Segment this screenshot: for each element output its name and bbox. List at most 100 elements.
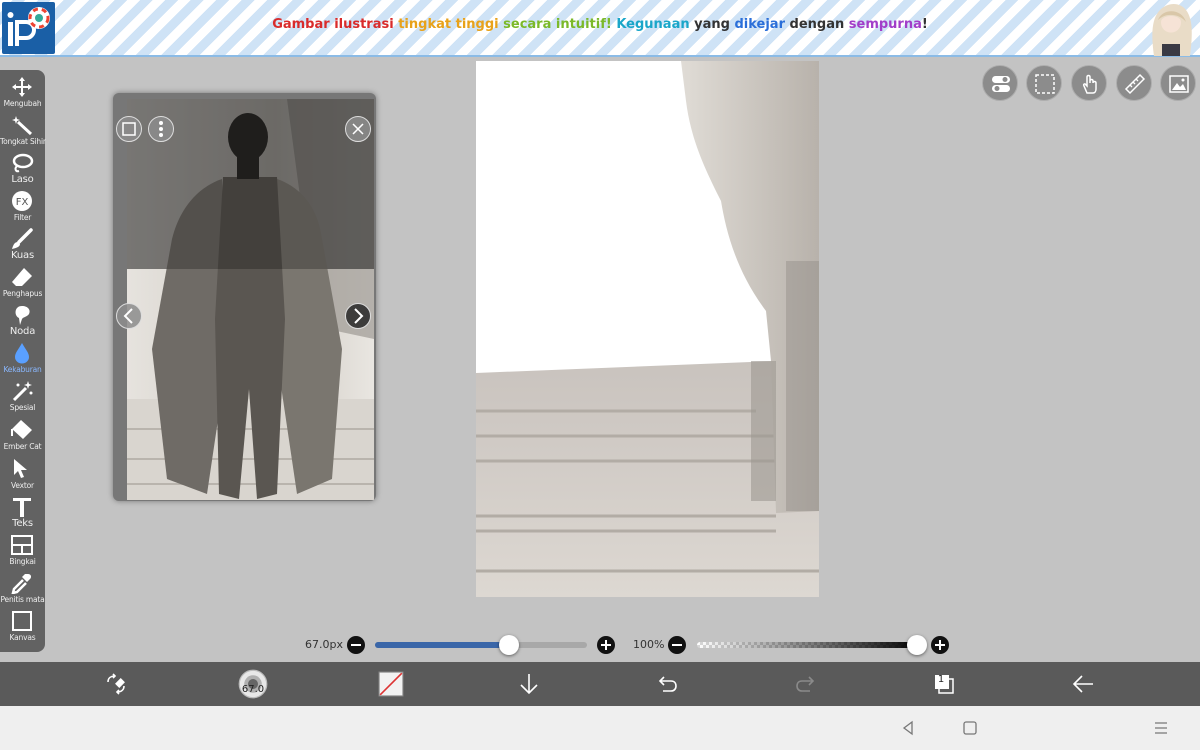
tool-label: Ember Cat	[3, 442, 42, 451]
brush-size-slider[interactable]	[375, 642, 587, 648]
brush-size-decrease-button[interactable]	[347, 636, 365, 654]
brush-size-value: 67.0px	[305, 638, 343, 651]
banner-text: Gambar ilustrasi tingkat tinggi secara i…	[0, 17, 1200, 32]
hand-pointer-icon	[1083, 74, 1097, 94]
tool-text[interactable]: Teks	[0, 494, 45, 532]
frame-icon	[11, 535, 33, 555]
tool-bucket[interactable]: Ember Cat	[0, 417, 45, 455]
tool-label: Kuas	[11, 250, 34, 261]
banner-seg: dikejar	[734, 17, 790, 32]
brush-preview-button[interactable]: 67.0	[223, 662, 283, 706]
bottom-toolbar: 67.0 1	[0, 662, 1200, 706]
settings-toggle-button[interactable]	[982, 65, 1018, 101]
banner-seg: yang	[694, 17, 735, 32]
chevron-left-icon	[123, 308, 133, 324]
color-swatch-icon	[378, 671, 404, 697]
banner-seg: secara intuitif!	[503, 17, 617, 32]
tool-magic-wand[interactable]: Tongkat Sihir	[0, 112, 46, 150]
brush-size-knob[interactable]	[498, 635, 519, 655]
image-icon	[1169, 75, 1189, 93]
color-button[interactable]	[361, 662, 421, 706]
reference-next-button[interactable]	[345, 303, 371, 329]
tool-label: Spesial	[9, 403, 36, 412]
tool-label: Penitis mata	[0, 595, 45, 604]
tool-label: Tongkat Sihir	[0, 137, 46, 146]
redo-button[interactable]	[776, 662, 836, 706]
swap-colors-button[interactable]	[86, 662, 146, 706]
selection-icon	[1035, 74, 1055, 94]
brush-opacity-value: 100%	[633, 638, 665, 651]
tool-eyedropper[interactable]: Penitis mata	[0, 570, 45, 608]
move-icon	[12, 77, 32, 97]
smudge-icon	[15, 306, 30, 325]
tool-label: Teks	[12, 518, 33, 529]
tool-sidebar: Mengubah Tongkat Sihir Laso FX Filter Ku…	[0, 70, 46, 652]
tool-special[interactable]: Spesial	[0, 378, 45, 416]
tool-brush[interactable]: Kuas	[0, 226, 45, 264]
special-icon	[12, 381, 33, 402]
layers-button[interactable]: 1	[914, 662, 974, 706]
redo-icon	[796, 676, 815, 692]
tool-label: Kanvas	[9, 633, 36, 642]
tool-smudge[interactable]: Noda	[0, 302, 45, 340]
touch-button[interactable]	[1071, 65, 1107, 101]
reference-image	[127, 99, 374, 500]
tool-move[interactable]: Mengubah	[0, 74, 45, 112]
back-button[interactable]	[1053, 662, 1113, 706]
eyedropper-icon	[11, 574, 32, 594]
lasso-icon	[12, 153, 34, 173]
tool-blur[interactable]: Kekaburan	[0, 340, 45, 378]
reference-menu-button[interactable]	[148, 116, 174, 142]
opacity-increase-button[interactable]	[931, 636, 949, 654]
brush-preview-value: 67.0	[241, 684, 265, 695]
tool-vector[interactable]: Vextor	[0, 456, 45, 494]
bucket-icon	[11, 420, 32, 439]
download-button[interactable]	[499, 662, 559, 706]
selection-button[interactable]	[1026, 65, 1062, 101]
undo-button[interactable]	[637, 662, 697, 706]
nav-menu-icon[interactable]	[1153, 720, 1169, 736]
tool-label: Kekaburan	[3, 365, 42, 374]
tool-frame[interactable]: Bingkai	[0, 532, 45, 570]
toggle-icon	[992, 76, 1010, 92]
opacity-decrease-button[interactable]	[668, 636, 686, 654]
fx-icon: FX	[12, 191, 32, 211]
close-icon	[352, 123, 364, 135]
brush-size-fill	[375, 642, 509, 648]
magic-wand-icon	[12, 116, 33, 136]
arrow-left-icon	[1072, 675, 1093, 693]
ruler-button[interactable]	[1116, 65, 1152, 101]
banner-character-image	[1146, 0, 1196, 56]
tool-label: Filter	[13, 213, 32, 222]
banner-seg: !	[921, 17, 928, 32]
tool-label: Mengubah	[3, 99, 42, 108]
nav-home-icon[interactable]	[962, 720, 978, 736]
canvas-artwork	[476, 61, 819, 597]
more-vertical-icon	[159, 121, 163, 137]
banner-seg: dengan	[789, 17, 849, 32]
opacity-slider[interactable]	[697, 642, 921, 648]
tool-label: Penghapus	[2, 289, 43, 298]
ad-banner[interactable]: Gambar ilustrasi tingkat tinggi secara i…	[0, 0, 1200, 57]
square-icon	[122, 122, 136, 136]
text-icon	[13, 498, 31, 517]
material-button[interactable]	[1160, 65, 1196, 101]
tool-lasso[interactable]: Laso	[0, 150, 45, 188]
tool-canvas[interactable]: Kanvas	[0, 608, 45, 646]
reference-close-button[interactable]	[345, 116, 371, 142]
chevron-right-icon	[354, 308, 364, 324]
swap-icon	[107, 673, 125, 695]
nav-back-icon[interactable]	[900, 720, 916, 736]
tool-filter[interactable]: FX Filter	[0, 188, 45, 226]
drawing-canvas[interactable]	[476, 61, 819, 597]
opacity-knob[interactable]	[907, 635, 927, 655]
reference-toggle-button[interactable]	[116, 116, 142, 142]
svg-text:FX: FX	[16, 197, 29, 208]
reference-window[interactable]	[113, 93, 376, 501]
eraser-icon	[12, 268, 32, 286]
brush-size-increase-button[interactable]	[597, 636, 615, 654]
cursor-icon	[14, 459, 27, 478]
tool-eraser[interactable]: Penghapus	[0, 264, 45, 302]
reference-prev-button[interactable]	[116, 303, 142, 329]
system-nav-bar	[0, 706, 1200, 750]
